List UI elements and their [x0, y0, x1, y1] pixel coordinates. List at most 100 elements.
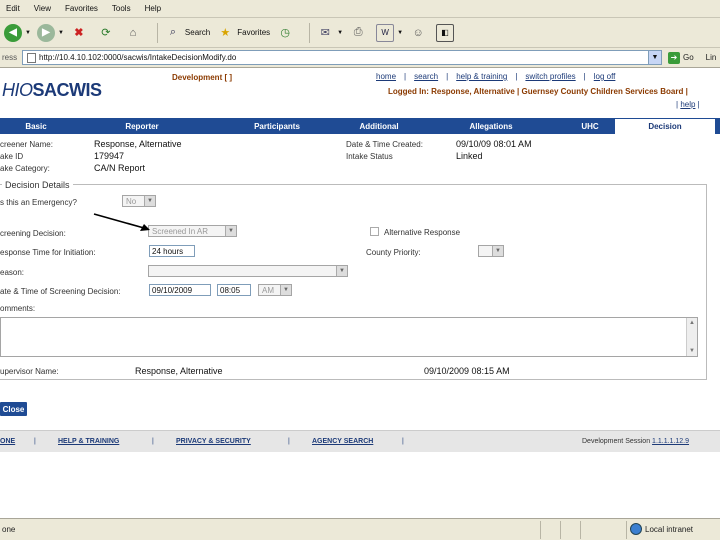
top-nav: home | search | help & training | switch pr… — [376, 72, 623, 81]
toolbar-separator — [156, 22, 158, 43]
dev-session-label: Development Session — [582, 438, 651, 445]
alternative-response-checkbox[interactable] — [370, 227, 379, 236]
print-icon: ⎙ — [353, 26, 363, 38]
refresh-button[interactable]: ⟳ — [97, 21, 118, 45]
supervisor-date-value: 09/10/2009 08:15 AM — [424, 366, 510, 376]
nav-divider: | — [446, 72, 449, 81]
screening-time-value: 08:05 — [220, 285, 241, 295]
date-created-label: Date & Time Created: — [346, 140, 423, 149]
date-created-value: 09/10/09 08:01 AM — [456, 139, 532, 149]
screening-decision-select[interactable]: Screened In AR ▼ — [148, 225, 237, 237]
supervisor-name-label: upervisor Name: — [0, 367, 59, 376]
county-priority-label: County Priority: — [366, 248, 421, 257]
menu-edit[interactable]: Edit — [6, 4, 20, 13]
nav-divider: | — [404, 72, 407, 81]
intake-category-label: ake Category: — [0, 164, 50, 173]
decision-details-legend: Decision Details — [2, 180, 73, 190]
back-arrow-icon: ◀ — [4, 23, 22, 42]
screening-ampm-select[interactable]: AM ▼ — [258, 284, 292, 296]
nav-search[interactable]: search — [414, 72, 438, 81]
discuss-icon: ☺ — [412, 26, 424, 39]
research-button[interactable]: ◧ — [436, 21, 457, 45]
tab-uhc[interactable]: UHC — [566, 118, 614, 134]
address-dropdown-icon[interactable]: ▼ — [648, 51, 661, 64]
search-button[interactable]: ⌕ Search — [164, 21, 210, 45]
links-label[interactable]: Lin — [706, 53, 717, 62]
print-button[interactable]: ⎙ — [349, 21, 370, 45]
edit-word-button[interactable]: W ▼ — [376, 21, 403, 45]
footer-link-privacy-security[interactable]: PRIVACY & SECURITY — [176, 438, 251, 445]
environment-label: Development [ ] — [172, 73, 233, 82]
version-link[interactable]: 1.1.1.1.12.9 — [652, 438, 689, 445]
forward-button[interactable]: ▶ ▼ — [36, 21, 64, 45]
menu-help[interactable]: Help — [145, 4, 161, 13]
statusbar-separator — [540, 521, 541, 539]
intake-status-value: Linked — [456, 151, 483, 161]
intake-id-label: ake ID — [0, 152, 24, 161]
discuss-button[interactable]: ☺ — [409, 21, 430, 45]
tab-additional[interactable]: Additional — [342, 118, 416, 134]
history-button[interactable]: ◷ — [276, 21, 297, 45]
tab-reporter[interactable]: Reporter — [72, 118, 212, 134]
footer-link-agency-search[interactable]: AGENCY SEARCH — [312, 438, 373, 445]
logo-sacwis: SACWIS — [32, 80, 103, 100]
scroll-up-icon[interactable]: ▲ — [687, 318, 697, 328]
mail-icon: ✉ — [320, 27, 330, 39]
home-button[interactable]: ⌂ — [124, 21, 145, 45]
favorites-button[interactable]: ★ Favorites — [216, 21, 270, 45]
menu-view[interactable]: View — [34, 4, 51, 13]
mail-dropdown-icon: ▼ — [337, 29, 344, 36]
help-link[interactable]: help — [680, 100, 695, 109]
comments-scrollbar[interactable]: ▲ ▼ — [686, 318, 697, 356]
home-icon: ⌂ — [129, 26, 137, 39]
help-row: | help | — [676, 100, 700, 109]
tab-decision[interactable]: Decision — [614, 118, 716, 134]
screening-datetime-label: ate & Time of Screening Decision: — [0, 287, 121, 296]
menu-tools[interactable]: Tools — [112, 4, 131, 13]
screening-time-input[interactable]: 08:05 — [217, 284, 251, 296]
screening-date-input[interactable]: 09/10/2009 — [149, 284, 211, 296]
county-priority-select[interactable]: ▼ — [478, 245, 504, 257]
globe-icon — [630, 523, 642, 535]
footer-divider: | — [34, 438, 36, 445]
tab-participants[interactable]: Participants — [212, 118, 342, 134]
comments-textarea[interactable]: ▲ ▼ — [0, 317, 698, 357]
favorites-star-icon: ★ — [220, 27, 231, 39]
nav-log-off[interactable]: log off — [594, 72, 616, 81]
go-button[interactable]: ➔ Go — [668, 51, 694, 64]
address-input[interactable]: http://10.4.10.102:0000/sacwis/IntakeDec… — [22, 50, 662, 65]
sacwis-logo: HIOSACWIS — [2, 80, 102, 101]
annotation-arrow-icon — [93, 213, 150, 231]
development-session: Development Session 1.1.1.1.12.9 — [582, 438, 689, 445]
search-icon: ⌕ — [169, 26, 176, 38]
statusbar-separator — [560, 521, 561, 539]
nav-home[interactable]: home — [376, 72, 396, 81]
emergency-select[interactable]: No ▼ — [122, 195, 156, 207]
screener-name-value: Response, Alternative — [94, 139, 182, 149]
logo-ohio: HIO — [2, 80, 33, 100]
supervisor-name-value: Response, Alternative — [135, 366, 223, 376]
tab-allegations[interactable]: Allegations — [416, 118, 566, 134]
research-icon: ◧ — [436, 23, 455, 42]
close-button[interactable]: Close — [0, 402, 27, 416]
screening-date-value: 09/10/2009 — [152, 285, 193, 295]
scroll-down-icon[interactable]: ▼ — [687, 346, 697, 356]
security-zone-label: Local intranet — [645, 524, 694, 534]
back-button[interactable]: ◀ ▼ — [4, 21, 31, 45]
footer-link-home[interactable]: ONE — [0, 438, 15, 445]
footer-link-help-training[interactable]: HELP & TRAINING — [58, 438, 119, 445]
nav-help-training[interactable]: help & training — [456, 72, 507, 81]
intake-id-value: 179947 — [94, 151, 125, 161]
menu-favorites[interactable]: Favorites — [65, 4, 98, 13]
tab-basic[interactable]: Basic — [0, 118, 72, 134]
chevron-down-icon: ▼ — [336, 266, 347, 276]
response-time-input[interactable]: 24 hours — [149, 245, 195, 257]
reason-select[interactable]: ▼ — [148, 265, 348, 277]
chevron-down-icon: ▼ — [225, 226, 236, 236]
back-dropdown-icon: ▼ — [25, 29, 31, 36]
mail-button[interactable]: ✉ ▼ — [316, 21, 344, 45]
stop-button[interactable]: ✖ — [70, 21, 91, 45]
word-icon: W — [376, 23, 395, 42]
screening-decision-label: creening Decision: — [0, 229, 66, 238]
nav-switch-profiles[interactable]: switch profiles — [525, 72, 575, 81]
